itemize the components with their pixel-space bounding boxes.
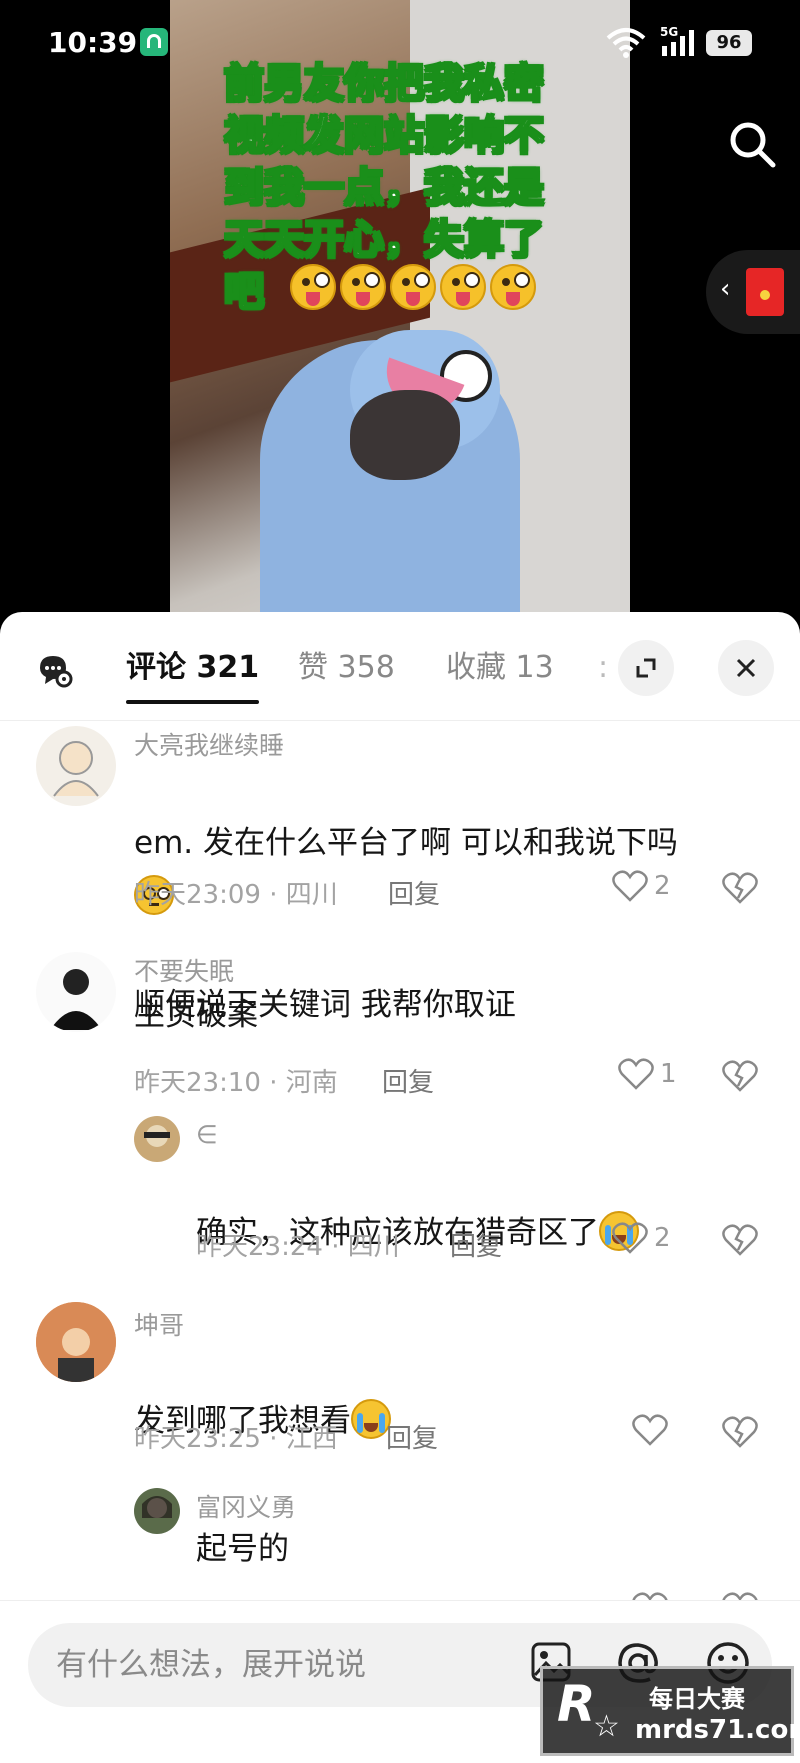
avatar[interactable] [36, 952, 116, 1032]
video-hair [350, 390, 460, 480]
comment-item: 不要失眠 主页破案 昨天23:10 · 河南 回复 1 [0, 934, 800, 1102]
reply-item: 富冈义勇 起号的 昨天23:28 · 山东 回复 [0, 1474, 800, 1610]
battery-level: 96 [706, 30, 752, 56]
status-time: 10:39 [48, 26, 138, 59]
red-packet-icon [746, 268, 784, 316]
wifi-icon [606, 28, 646, 58]
comment-meta: 昨天23:10 · 河南 [134, 1068, 338, 1098]
comments-header: 评论 321 赞 358 收藏 13 : [0, 612, 800, 721]
like-count: 2 [654, 1223, 671, 1253]
comments-sheet: 评论 321 赞 358 收藏 13 : 大亮我继续睡 em. 发在什么平台了啊… [0, 612, 800, 1762]
comment-username[interactable]: 大亮我继续睡 [134, 726, 284, 762]
caption-emojis [290, 264, 536, 310]
watermark: R ☆ 每日大赛 mrds71.com [540, 1666, 800, 1756]
comment-text: 起号的 [196, 1531, 289, 1567]
tab-overflow-indicator[interactable]: : [598, 638, 608, 698]
heart-icon [612, 1222, 648, 1254]
reply-button[interactable]: 回复 [386, 1418, 438, 1455]
comment-username[interactable]: ∈ [196, 1120, 218, 1149]
reply-item: ∈ 确实，这种应该放在猎奇区了 昨天23:24 · 四川 回复 2 [0, 1106, 800, 1266]
like-button[interactable]: 2 [612, 870, 671, 902]
avatar[interactable] [36, 726, 116, 806]
comment-meta: 昨天23:24 · 四川 [196, 1232, 400, 1262]
comment-text: 主页破案 [134, 997, 258, 1033]
heart-icon [612, 870, 648, 902]
comment-item: 大亮我继续睡 em. 发在什么平台了啊 可以和我说下吗 顺便说下关键词 我帮你取… [0, 720, 800, 1023]
broken-heart-icon[interactable] [722, 1060, 758, 1092]
red-packet-button[interactable]: ‹ [706, 250, 800, 334]
close-icon [736, 658, 756, 678]
comment-username[interactable]: 不要失眠 [134, 952, 234, 988]
close-button[interactable] [718, 640, 774, 696]
comment-item: 坤哥 发到哪了我想看 昨天23:25 · 江西 回复 [0, 1296, 800, 1466]
heart-icon [632, 1414, 668, 1446]
expand-icon [636, 658, 656, 678]
zany-face-emoji [390, 264, 436, 310]
like-count: 2 [654, 871, 671, 901]
expand-button[interactable] [618, 640, 674, 696]
cellular-signal-icon: 5G [660, 25, 694, 56]
watermark-title: 每日大赛 [649, 1685, 745, 1713]
reply-button[interactable]: 回复 [382, 1062, 434, 1099]
avatar[interactable] [134, 1116, 180, 1162]
status-bar: 10:39 5G 96 [0, 0, 800, 90]
search-icon[interactable] [726, 118, 778, 170]
broken-heart-icon[interactable] [722, 1224, 758, 1256]
broken-heart-icon[interactable] [722, 872, 758, 904]
chevron-left-icon: ‹ [720, 274, 731, 304]
watermark-logo: R [557, 1675, 596, 1733]
like-button[interactable]: 1 [618, 1058, 677, 1090]
zany-face-emoji [290, 264, 336, 310]
like-count: 1 [660, 1059, 677, 1089]
avatar[interactable] [134, 1488, 180, 1534]
star-icon: ☆ [593, 1709, 620, 1744]
zany-face-emoji [340, 264, 386, 310]
comment-text-line1: em. 发在什么平台了啊 可以和我说下吗 [134, 825, 678, 861]
heart-icon [618, 1058, 654, 1090]
comment-username[interactable]: 坤哥 [134, 1306, 184, 1342]
reply-button[interactable]: 回复 [388, 874, 440, 911]
avatar[interactable] [36, 1302, 116, 1382]
watermark-url: mrds71.com [635, 1715, 800, 1745]
crying-face-emoji [351, 1399, 391, 1439]
tab-favorites[interactable]: 收藏 13 [446, 638, 554, 698]
app-notification-icon [140, 28, 168, 56]
like-button[interactable] [632, 1414, 668, 1446]
chat-settings-icon[interactable] [36, 652, 74, 688]
tab-likes[interactable]: 赞 358 [298, 638, 395, 698]
reply-button[interactable]: 回复 [450, 1226, 502, 1263]
comment-meta: 昨天23:09 · 四川 [134, 880, 338, 910]
zany-face-emoji [490, 264, 536, 310]
zany-face-emoji [440, 264, 486, 310]
like-button[interactable]: 2 [612, 1222, 671, 1254]
network-label: 5G [660, 25, 678, 39]
comment-meta: 昨天23:25 · 江西 [134, 1424, 338, 1454]
comment-username[interactable]: 富冈义勇 [196, 1488, 296, 1524]
tab-comments[interactable]: 评论 321 [126, 638, 260, 704]
broken-heart-icon[interactable] [722, 1416, 758, 1448]
